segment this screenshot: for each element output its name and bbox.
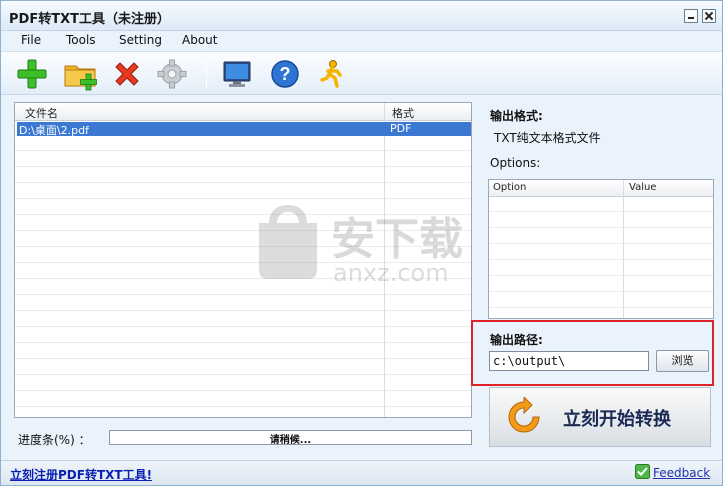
file-list-header: 文件名 格式 bbox=[15, 103, 471, 121]
menu-setting[interactable]: Setting bbox=[119, 33, 162, 47]
output-path-input[interactable] bbox=[489, 351, 649, 371]
add-file-button[interactable] bbox=[14, 56, 50, 92]
column-header-filename[interactable]: 文件名 bbox=[25, 105, 58, 121]
watermark-text: 安下载 bbox=[331, 214, 463, 265]
window-title: PDF转TXT工具（未注册） bbox=[9, 12, 170, 27]
column-header-value[interactable]: Value bbox=[629, 182, 656, 193]
help-button[interactable]: ? bbox=[267, 56, 303, 92]
options-table[interactable]: Option Value bbox=[488, 179, 714, 319]
display-button[interactable] bbox=[219, 56, 255, 92]
close-button[interactable] bbox=[702, 9, 716, 23]
watermark-subtext: anxz.com bbox=[333, 259, 449, 287]
title-bar[interactable]: PDF转TXT工具（未注册） bbox=[1, 1, 722, 31]
watermark: 安下载 anxz.com bbox=[253, 201, 473, 291]
status-bar: 立刻注册PDF转TXT工具! Feedback bbox=[1, 460, 722, 485]
menu-bar: File Tools Setting About bbox=[1, 31, 722, 51]
menu-tools[interactable]: Tools bbox=[66, 33, 96, 47]
menu-about[interactable]: About bbox=[182, 33, 217, 47]
menu-file[interactable]: File bbox=[21, 33, 41, 47]
gear-icon bbox=[157, 59, 187, 89]
start-convert-button[interactable]: 立刻开始转换 bbox=[489, 387, 711, 447]
checkmark-icon bbox=[635, 464, 650, 479]
settings-button[interactable] bbox=[154, 56, 190, 92]
column-header-option[interactable]: Option bbox=[493, 182, 526, 193]
register-link[interactable]: 立刻注册PDF转TXT工具! bbox=[10, 466, 152, 483]
delete-button[interactable] bbox=[109, 56, 145, 92]
output-format-value: TXT纯文本格式文件 bbox=[494, 131, 601, 145]
column-header-format[interactable]: 格式 bbox=[392, 105, 414, 121]
runner-icon bbox=[320, 60, 342, 88]
shield-icon bbox=[259, 205, 317, 279]
table-row[interactable]: D:\桌面\2.pdf PDF bbox=[17, 122, 471, 137]
progress-status: 请稍候... bbox=[269, 435, 312, 446]
progress-label: 进度条(%) ： bbox=[18, 433, 91, 447]
file-format-cell: PDF bbox=[390, 122, 412, 135]
delete-icon bbox=[115, 62, 139, 86]
refresh-icon bbox=[508, 397, 540, 433]
app-window: PDF转TXT工具（未注册） File Tools Setting About bbox=[0, 0, 723, 486]
browse-button[interactable]: 浏览 bbox=[656, 350, 709, 372]
exit-button[interactable] bbox=[313, 56, 349, 92]
options-header: Option Value bbox=[489, 180, 713, 197]
toolbar: ? bbox=[1, 51, 722, 95]
output-path-label: 输出路径: bbox=[490, 333, 543, 347]
file-name-cell: D:\桌面\2.pdf bbox=[19, 124, 89, 137]
add-folder-button[interactable] bbox=[63, 56, 99, 92]
toolbar-separator bbox=[206, 60, 207, 88]
add-folder-icon bbox=[64, 65, 97, 91]
monitor-icon bbox=[223, 61, 251, 87]
column-divider bbox=[623, 180, 624, 318]
svg-text:?: ? bbox=[280, 64, 291, 84]
start-convert-label: 立刻开始转换 bbox=[563, 409, 671, 430]
minimize-button[interactable] bbox=[684, 9, 698, 23]
help-icon: ? bbox=[271, 60, 299, 88]
plus-icon bbox=[17, 59, 47, 89]
output-format-label: 输出格式: bbox=[490, 109, 543, 123]
progress-bar: 请稍候... bbox=[109, 430, 472, 446]
feedback-link[interactable]: Feedback bbox=[653, 466, 710, 480]
options-label: Options: bbox=[490, 156, 541, 170]
